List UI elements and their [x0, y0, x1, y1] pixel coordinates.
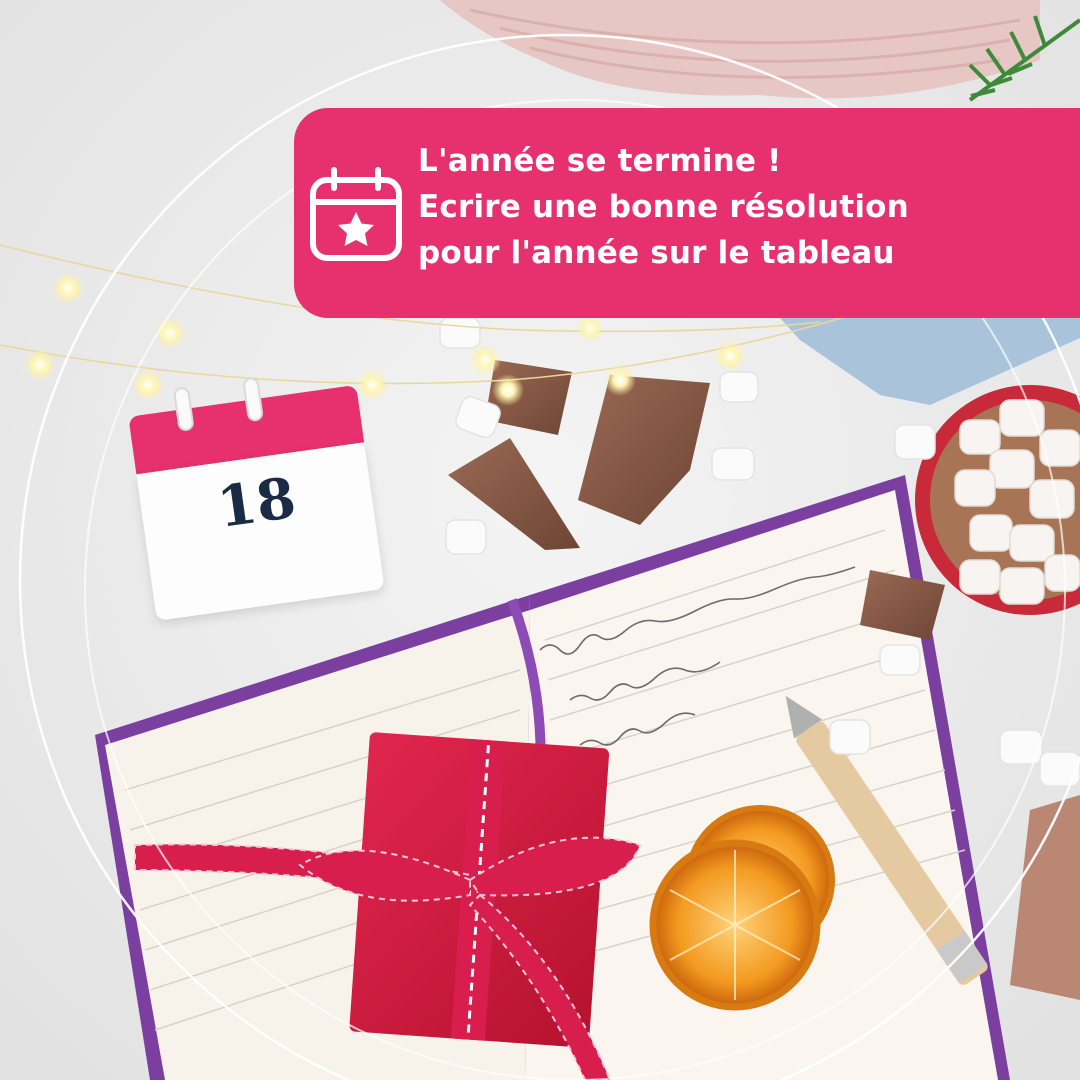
calendar-page-icon: 18 [125, 363, 385, 621]
banner-line-3: pour l'année sur le tableau [418, 235, 895, 271]
banner-line-2: Ecrire une bonne résolution [418, 189, 909, 225]
banner-line-1: L'année se termine ! [418, 143, 782, 179]
calendar-star-icon [310, 167, 402, 261]
announcement-banner: L'année se termine ! Ecrire une bonne ré… [294, 108, 1080, 318]
banner-text: L'année se termine ! Ecrire une bonne ré… [418, 138, 1078, 276]
